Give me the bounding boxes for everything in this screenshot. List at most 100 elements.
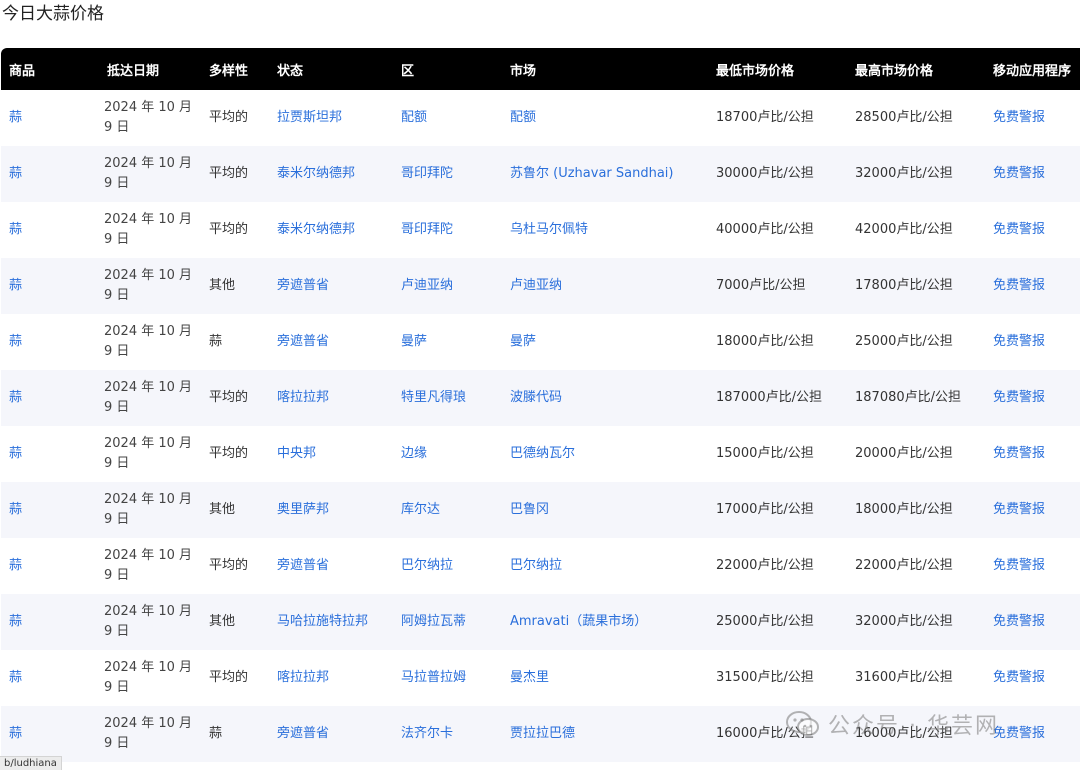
cell-market[interactable]: 曼杰里 — [502, 650, 708, 706]
cell-market[interactable]: 乌杜马尔佩特 — [502, 202, 708, 258]
cell-state[interactable]: 奥里萨邦 — [269, 482, 393, 538]
cell-district[interactable]: 边缘 — [393, 426, 502, 482]
header-state[interactable]: 状态 — [269, 48, 393, 90]
cell-state[interactable]: 旁遮普省 — [269, 258, 393, 314]
cell-state[interactable]: 喀拉拉邦 — [269, 650, 393, 706]
cell-free-alert-link[interactable]: 免费警报 — [985, 706, 1080, 762]
cell-arrival-date: 2024 年 10 月 9 日 — [104, 100, 193, 135]
header-arrival-date[interactable]: 抵达日期 — [99, 48, 201, 90]
header-min-price[interactable]: 最低市场价格 — [708, 48, 847, 90]
cell-district[interactable]: 卢迪亚纳 — [393, 258, 502, 314]
cell-commodity[interactable]: 蒜 — [1, 202, 99, 258]
cell-free-alert-link[interactable]: 免费警报 — [985, 146, 1080, 202]
cell-state[interactable]: 拉贾斯坦邦 — [269, 90, 393, 146]
cell-state[interactable]: 旁遮普省 — [269, 538, 393, 594]
cell-min-price: 25000卢比/公担 — [708, 594, 847, 650]
header-commodity[interactable]: 商品 — [1, 48, 99, 90]
header-market[interactable]: 市场 — [502, 48, 708, 90]
header-variety[interactable]: 多样性 — [201, 48, 269, 90]
table-row: 蒜 2024 年 10 月 9 日蒜旁遮普省 法齐尔卡 贾拉拉巴德 16000卢比/公担… — [1, 706, 1080, 762]
cell-district[interactable]: 巴尔纳拉 — [393, 538, 502, 594]
cell-commodity[interactable]: 蒜 — [1, 594, 99, 650]
cell-commodity[interactable]: 蒜 — [1, 258, 99, 314]
cell-commodity[interactable]: 蒜 — [1, 482, 99, 538]
cell-free-alert-link[interactable]: 免费警报 — [985, 314, 1080, 370]
cell-free-alert-link[interactable]: 免费警报 — [985, 538, 1080, 594]
cell-arrival-date: 2024 年 10 月 9 日 — [99, 594, 201, 650]
cell-commodity[interactable]: 蒜 — [1, 650, 99, 706]
cell-market[interactable]: 苏鲁尔 (Uzhavar Sandhai) — [502, 146, 708, 202]
cell-min-price: 30000卢比/公担 — [708, 146, 847, 202]
header-district[interactable]: 区 — [393, 48, 502, 90]
cell-commodity[interactable]: 蒜 — [1, 706, 99, 762]
table-row: 蒜 2024 年 10 月 9 日 平均的 泰米尔纳德邦 哥印拜陀 乌杜马尔佩特 40000… — [1, 202, 1080, 258]
cell-arrival-date: 2024 年 10 月 9 日 — [104, 548, 193, 583]
cell-commodity[interactable]: 蒜 — [1, 370, 99, 426]
cell-max-price: 22000卢比/公担 — [855, 558, 953, 573]
table-row: 蒜 2024 年 10 月 9 日蒜旁遮普省 曼萨 曼萨 18000卢比/公担 25000… — [1, 314, 1080, 370]
cell-market[interactable]: 贾拉拉巴德 — [502, 706, 708, 762]
cell-max-price: 18000卢比/公担 — [847, 482, 985, 538]
cell-market[interactable]: 巴鲁冈 — [502, 482, 708, 538]
cell-district[interactable]: 阿姆拉瓦蒂 — [393, 594, 502, 650]
cell-market[interactable]: 巴尔纳拉 — [502, 538, 708, 594]
cell-min-price: 18700卢比/公担 — [716, 110, 814, 125]
cell-free-alert-link[interactable]: 免费警报 — [985, 370, 1080, 426]
cell-market[interactable]: 配额 — [502, 90, 708, 146]
cell-min-price: 7000卢比/公担 — [708, 258, 847, 314]
cell-arrival-date: 2024 年 10 月 9 日 — [104, 436, 193, 471]
cell-commodity[interactable]: 蒜 — [1, 90, 99, 146]
status-bar-url: b/ludhiana — [0, 756, 62, 770]
cell-state[interactable]: 中央邦 — [269, 426, 393, 482]
cell-district[interactable]: 哥印拜陀 — [393, 146, 502, 202]
cell-district[interactable]: 马拉普拉姆 — [393, 650, 502, 706]
cell-commodity[interactable]: 蒜 — [1, 426, 99, 482]
cell-variety: 蒜 — [201, 706, 269, 762]
cell-district[interactable]: 哥印拜陀 — [393, 202, 502, 258]
cell-free-alert-link[interactable]: 免费警报 — [985, 594, 1080, 650]
cell-variety: 其他 — [201, 258, 269, 314]
table-body: 蒜 2024 年 10 月 9 日平均的 拉贾斯坦邦 配额 配额 18700卢比/公担 28… — [1, 90, 1080, 762]
cell-max-price: 187080卢比/公担 — [847, 370, 985, 426]
cell-state[interactable]: 旁遮普省 — [269, 314, 393, 370]
cell-district[interactable]: 法齐尔卡 — [393, 706, 502, 762]
cell-state[interactable]: 旁遮普省 — [269, 706, 393, 762]
cell-state[interactable]: 喀拉拉邦 — [269, 370, 393, 426]
cell-commodity[interactable]: 蒜 — [1, 314, 99, 370]
table-row: 蒜 2024 年 10 月 9 日其他 旁遮普省 卢迪亚纳 卢迪亚纳 7000卢比/公担 1… — [1, 258, 1080, 314]
cell-state[interactable]: 泰米尔纳德邦 — [269, 202, 393, 258]
header-mobile-app[interactable]: 移动应用程序 — [985, 48, 1080, 90]
cell-commodity[interactable]: 蒜 — [1, 146, 99, 202]
cell-variety: 其他 — [201, 594, 269, 650]
cell-commodity[interactable]: 蒜 — [1, 538, 99, 594]
cell-free-alert-link[interactable]: 免费警报 — [985, 650, 1080, 706]
cell-free-alert-link[interactable]: 免费警报 — [985, 90, 1080, 146]
cell-market[interactable]: Amravati（蔬果市场） — [502, 594, 708, 650]
cell-district[interactable]: 配额 — [393, 90, 502, 146]
cell-free-alert-link[interactable]: 免费警报 — [985, 202, 1080, 258]
cell-variety: 其他 — [201, 482, 269, 538]
cell-free-alert-link[interactable]: 免费警报 — [985, 482, 1080, 538]
cell-state[interactable]: 马哈拉施特拉邦 — [269, 594, 393, 650]
cell-district[interactable]: 特里凡得琅 — [393, 370, 502, 426]
cell-state[interactable]: 泰米尔纳德邦 — [269, 146, 393, 202]
cell-free-alert-link[interactable]: 免费警报 — [985, 258, 1080, 314]
cell-market[interactable]: 巴德纳瓦尔 — [502, 426, 708, 482]
cell-min-price: 15000卢比/公担 — [716, 446, 814, 461]
cell-market[interactable]: 波滕代码 — [502, 370, 708, 426]
header-max-price[interactable]: 最高市场价格 — [847, 48, 985, 90]
cell-market[interactable]: 卢迪亚纳 — [502, 258, 708, 314]
cell-max-price: 31600卢比/公担 — [855, 670, 953, 685]
cell-min-price: 22000卢比/公担 — [716, 558, 814, 573]
cell-max-price: 32000卢比/公担 — [847, 594, 985, 650]
cell-min-price: 17000卢比/公担 — [708, 482, 847, 538]
cell-arrival-date: 2024 年 10 月 9 日 — [104, 212, 193, 247]
cell-min-price: 31500卢比/公担 — [716, 670, 814, 685]
cell-arrival-date: 2024 年 10 月 9 日 — [99, 706, 201, 762]
cell-arrival-date: 2024 年 10 月 9 日 — [104, 324, 193, 359]
cell-district[interactable]: 库尔达 — [393, 482, 502, 538]
cell-market[interactable]: 曼萨 — [502, 314, 708, 370]
cell-free-alert-link[interactable]: 免费警报 — [985, 426, 1080, 482]
cell-district[interactable]: 曼萨 — [393, 314, 502, 370]
page-title: 今日大蒜价格 — [2, 4, 104, 24]
